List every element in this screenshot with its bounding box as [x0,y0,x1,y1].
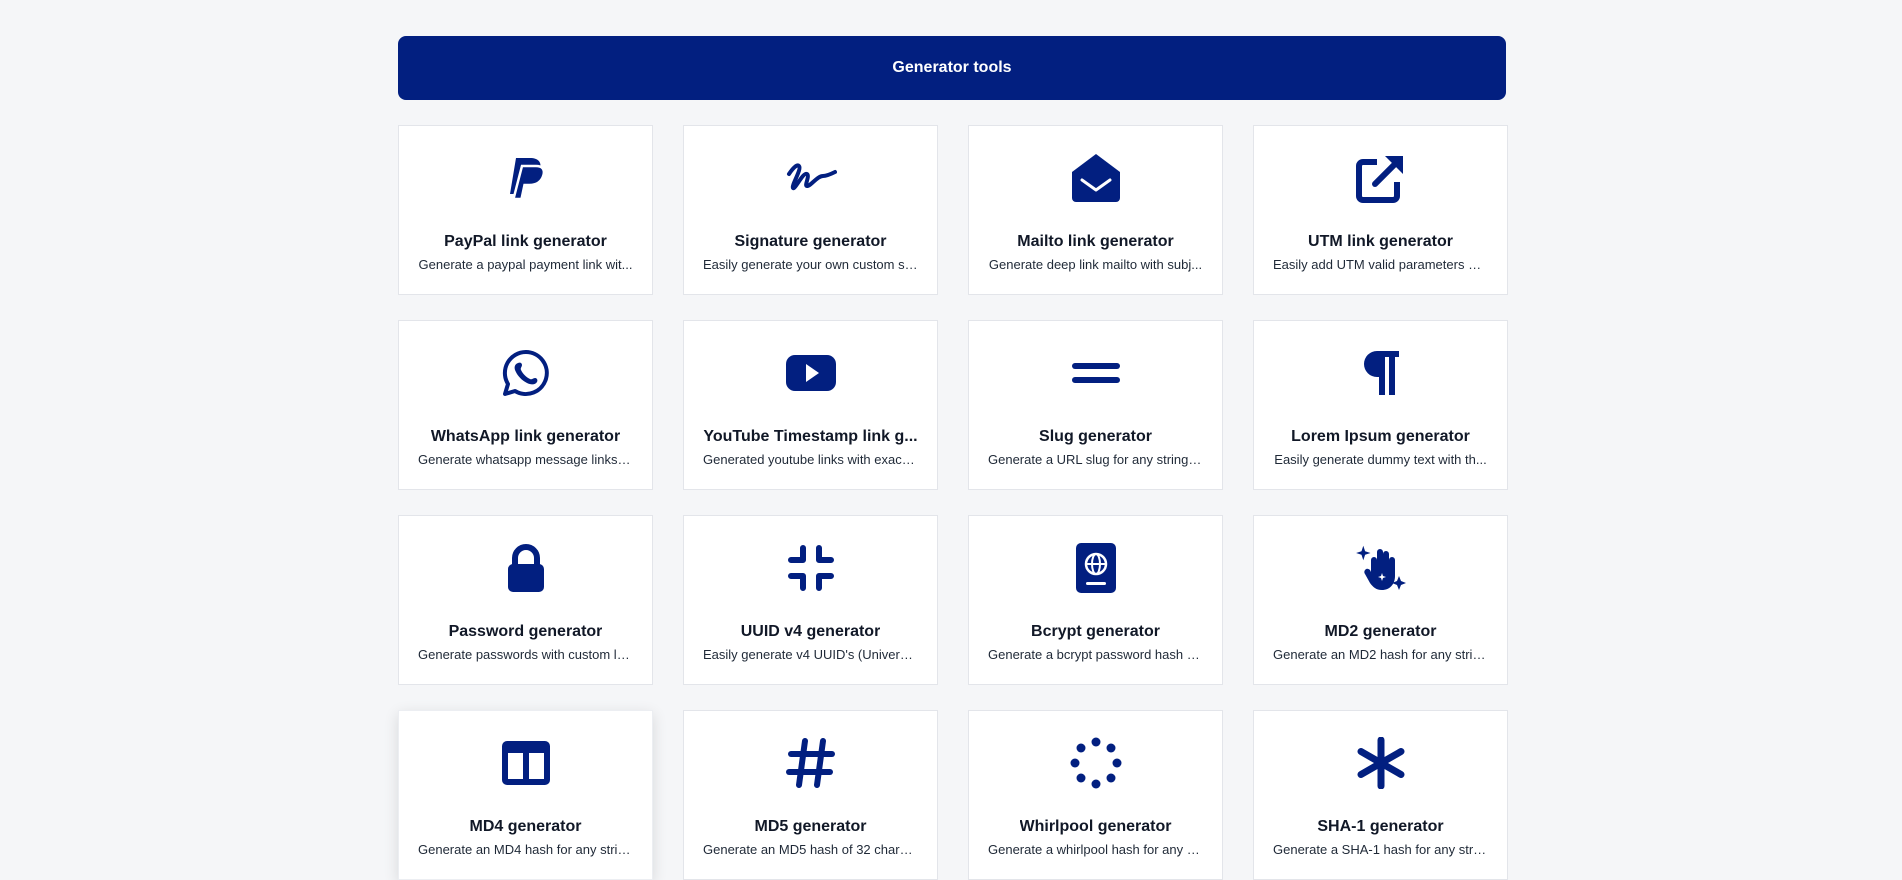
tool-title: Mailto link generator [1017,233,1174,250]
whatsapp-icon [498,345,554,401]
tool-title: Lorem Ipsum generator [1291,428,1470,445]
hand-sparkles-icon [1353,540,1409,596]
tool-title: UUID v4 generator [740,623,881,640]
passport-icon [1068,540,1124,596]
tool-description: Generate a paypal payment link wit... [418,257,633,272]
hashtag-icon [783,735,839,791]
columns-icon [498,735,554,791]
tool-card-uuid[interactable]: UUID v4 generator Easily generate v4 UUI… [683,515,938,685]
tool-card-utm[interactable]: UTM link generator Easily add UTM valid … [1253,125,1508,295]
envelope-open-icon [1068,150,1124,206]
tool-card-whirlpool[interactable]: Whirlpool generator Generate a whirlpool… [968,710,1223,880]
tool-card-sha1[interactable]: SHA-1 generator Generate a SHA-1 hash fo… [1253,710,1508,880]
tool-title: UTM link generator [1308,233,1453,250]
tool-card-md4[interactable]: MD4 generator Generate an MD4 hash for a… [398,710,653,880]
page-title: Generator tools [892,59,1012,76]
tool-card-bcrypt[interactable]: Bcrypt generator Generate a bcrypt passw… [968,515,1223,685]
tool-title: WhatsApp link generator [430,428,621,445]
tool-title: MD4 generator [469,818,582,835]
tool-title: Signature generator [734,233,887,250]
tool-description: Generate a whirlpool hash for any s... [988,842,1203,857]
tool-title: Whirlpool generator [1019,818,1172,835]
tool-description: Generate an MD2 hash for any strin... [1273,647,1488,662]
tool-title: PayPal link generator [444,233,607,250]
spinner-icon [1068,735,1124,791]
tool-description: Generate a SHA-1 hash for any strin... [1273,842,1488,857]
compress-icon [783,540,839,596]
tool-description: Generate an MD5 hash of 32 charac... [703,842,918,857]
tool-card-mailto[interactable]: Mailto link generator Generate deep link… [968,125,1223,295]
tool-title: SHA-1 generator [1317,818,1444,835]
signature-icon [783,150,839,206]
tool-description: Generate a URL slug for any string i... [988,452,1203,467]
external-link-icon [1353,150,1409,206]
tool-card-slug[interactable]: Slug generator Generate a URL slug for a… [968,320,1223,490]
tool-title: YouTube Timestamp link g... [703,428,918,445]
tool-card-whatsapp[interactable]: WhatsApp link generator Generate whatsap… [398,320,653,490]
page-header: Generator tools [398,36,1506,100]
tool-description: Generate deep link mailto with subj... [988,257,1203,272]
tool-title: MD5 generator [754,818,867,835]
paragraph-icon [1353,345,1409,401]
lock-icon [498,540,554,596]
tool-card-md2[interactable]: MD2 generator Generate an MD2 hash for a… [1253,515,1508,685]
tool-description: Easily generate your own custom si... [703,257,918,272]
youtube-icon [783,345,839,401]
tools-grid: PayPal link generator Generate a paypal … [398,125,1508,880]
page-container: Generator tools PayPal link generator Ge… [398,36,1508,880]
tool-description: Generate a bcrypt password hash fo... [988,647,1203,662]
paypal-icon [498,150,554,206]
tool-description: Easily generate v4 UUID's (Universal... [703,647,918,662]
tool-card-lorem-ipsum[interactable]: Lorem Ipsum generator Easily generate du… [1253,320,1508,490]
tool-description: Easily generate dummy text with th... [1274,452,1487,467]
asterisk-icon [1353,735,1409,791]
tool-description: Generated youtube links with exact ... [703,452,918,467]
tool-card-password[interactable]: Password generator Generate passwords wi… [398,515,653,685]
tool-card-signature[interactable]: Signature generator Easily generate your… [683,125,938,295]
tool-title: Slug generator [1039,428,1152,445]
equals-icon [1068,345,1124,401]
tool-title: MD2 generator [1324,623,1437,640]
tool-description: Generate passwords with custom le... [418,647,633,662]
tool-card-md5[interactable]: MD5 generator Generate an MD5 hash of 32… [683,710,938,880]
tool-description: Generate an MD4 hash for any strin... [418,842,633,857]
tool-title: Bcrypt generator [1031,623,1160,640]
tool-description: Generate whatsapp message links w... [418,452,633,467]
tool-card-paypal[interactable]: PayPal link generator Generate a paypal … [398,125,653,295]
tool-card-youtube-timestamp[interactable]: YouTube Timestamp link g... Generated yo… [683,320,938,490]
tool-title: Password generator [448,623,603,640]
tool-description: Easily add UTM valid parameters an... [1273,257,1488,272]
